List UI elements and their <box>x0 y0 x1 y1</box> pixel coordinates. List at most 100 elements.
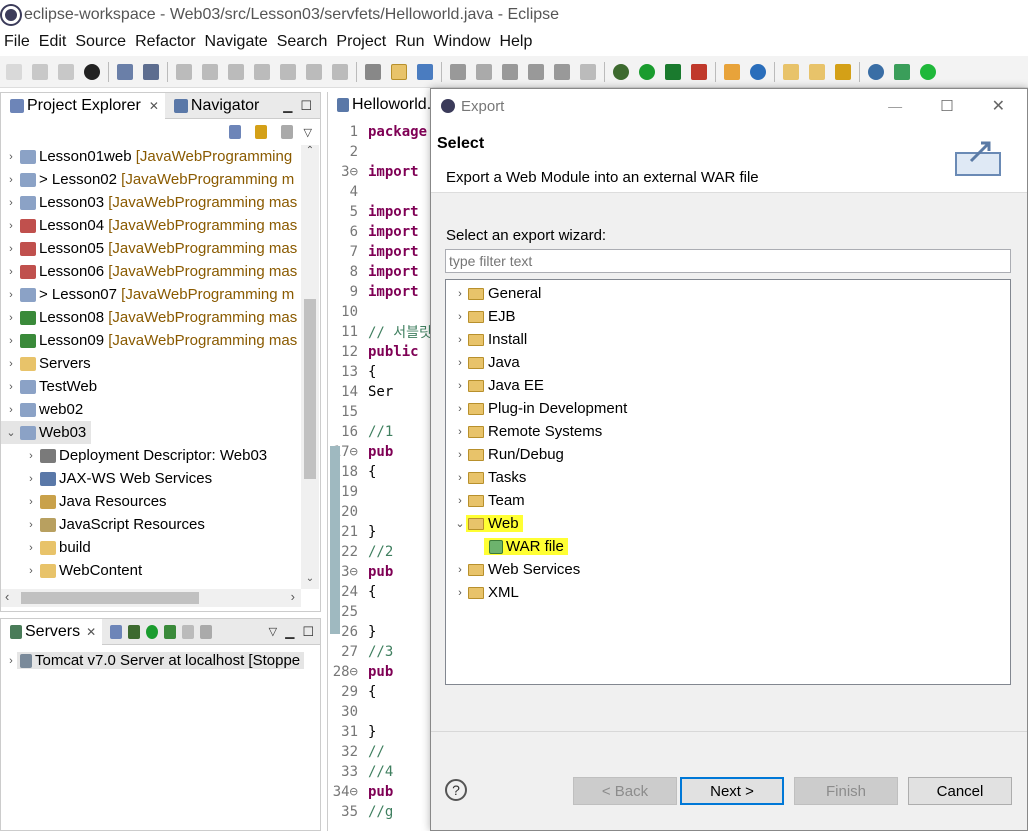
disconnect-icon[interactable] <box>254 63 270 80</box>
menu-file[interactable]: File <box>4 33 30 51</box>
wizard-category-java[interactable]: › Java <box>446 351 1010 374</box>
maximize-icon[interactable]: ☐ <box>300 98 312 114</box>
wizard-category-plugin-development[interactable]: › Plug-in Development <box>446 397 1010 420</box>
filter-icon[interactable] <box>280 125 293 139</box>
code-line[interactable]: 7 import <box>328 242 437 262</box>
code-line[interactable]: 11 // 서블릿 <box>328 322 437 342</box>
debug-server-icon[interactable] <box>128 624 141 639</box>
wizard-category-install[interactable]: › Install <box>446 328 1010 351</box>
debug-icon[interactable] <box>613 63 629 80</box>
horizontal-scrollbar[interactable]: ‹ › <box>1 589 301 607</box>
back-button[interactable]: < Back <box>573 777 677 805</box>
suspend-icon[interactable] <box>202 63 218 80</box>
code-line[interactable]: 34⊖ pub <box>328 782 437 802</box>
open-file-icon[interactable] <box>809 63 825 80</box>
tab-servers[interactable]: Servers ✕ <box>1 618 103 645</box>
wizard-category-remote-systems[interactable]: › Remote Systems <box>446 420 1010 443</box>
tree-item-lesson09[interactable]: › Lesson09 [JavaWebProgramming mas <box>1 329 299 352</box>
menu-source[interactable]: Source <box>75 33 126 51</box>
resume-icon[interactable] <box>176 63 192 80</box>
tree-item-testweb[interactable]: › TestWeb <box>1 375 299 398</box>
external-tools-icon[interactable] <box>691 63 707 80</box>
code-line[interactable]: 5 import <box>328 202 437 222</box>
code-line[interactable]: 18 { <box>328 462 437 482</box>
profile-server-icon[interactable] <box>164 624 177 639</box>
wizard-category-web-services[interactable]: › Web Services <box>446 558 1010 581</box>
bookmark-icon[interactable] <box>528 63 544 80</box>
wizard-category-web[interactable]: ⌄ Web <box>446 512 1010 535</box>
restore-icon[interactable] <box>580 63 596 80</box>
tree-item-lesson02[interactable]: › > Lesson02 [JavaWebProgramming m <box>1 168 299 191</box>
wizard-category-ejb[interactable]: › EJB <box>446 305 1010 328</box>
wizard-category-java-ee[interactable]: › Java EE <box>446 374 1010 397</box>
tree-item-web02[interactable]: › web02 <box>1 398 299 421</box>
code-line[interactable]: 28⊖ pub <box>328 662 437 682</box>
collapse-icon[interactable] <box>110 624 123 639</box>
menu-search[interactable]: Search <box>277 33 328 51</box>
perspective-icon[interactable] <box>894 63 910 80</box>
tree-item-build[interactable]: › build <box>1 536 299 559</box>
start-server-icon[interactable] <box>146 624 159 639</box>
link-with-editor-icon[interactable] <box>254 125 267 139</box>
mark-occurrences-icon[interactable] <box>365 63 381 80</box>
vertical-scrollbar[interactable]: ⌃ ⌄ <box>301 145 319 589</box>
code-line[interactable]: 29 { <box>328 682 437 702</box>
tab-project-explorer[interactable]: Project Explorer ✕ <box>1 92 165 119</box>
tree-item-java-resources[interactable]: › Java Resources <box>1 490 299 513</box>
collapse-all-icon[interactable] <box>228 125 241 139</box>
tree-item-lesson03[interactable]: › Lesson03 [JavaWebProgramming mas <box>1 191 299 214</box>
code-line[interactable]: 33 //4 <box>328 762 437 782</box>
wizard-category-general[interactable]: › General <box>446 282 1010 305</box>
filter-input[interactable] <box>445 249 1011 273</box>
new-icon[interactable] <box>6 63 22 80</box>
code-line[interactable]: 17⊖ pub <box>328 442 437 462</box>
tab-helloworld-java[interactable]: Helloworld.j <box>328 91 441 118</box>
code-line[interactable]: 31 } <box>328 722 437 742</box>
wizard-item-war-file[interactable]: WAR file <box>446 535 1010 558</box>
tree-item-lesson06[interactable]: › Lesson06 [JavaWebProgramming mas <box>1 260 299 283</box>
help-icon[interactable]: ? <box>445 779 467 801</box>
code-line[interactable]: 30 <box>328 702 437 722</box>
save-all-icon[interactable] <box>58 63 74 80</box>
tree-item-jax-ws[interactable]: › JAX-WS Web Services <box>1 467 299 490</box>
search-icon[interactable] <box>835 63 851 80</box>
code-line[interactable]: 16 //1 <box>328 422 437 442</box>
code-line[interactable]: 13 { <box>328 362 437 382</box>
publish-icon[interactable] <box>200 624 213 639</box>
terminate-icon[interactable] <box>228 63 244 80</box>
code-line[interactable]: 25 <box>328 602 437 622</box>
tree-item-lesson08[interactable]: › Lesson08 [JavaWebProgramming mas <box>1 306 299 329</box>
close-icon[interactable]: ✕ <box>86 625 96 639</box>
stop-server-icon[interactable] <box>182 624 195 639</box>
link-icon[interactable] <box>502 63 518 80</box>
code-area[interactable]: 1 package 2 3⊖ import 4 5 import 6 import 7 import 8… <box>328 118 437 822</box>
toggle-highlight-icon[interactable] <box>391 63 407 80</box>
tree-item-webcontent[interactable]: › WebContent <box>1 559 299 582</box>
code-line[interactable]: 26 } <box>328 622 437 642</box>
tree-item-javascript-resources[interactable]: › JavaScript Resources <box>1 513 299 536</box>
wizard-category-run-debug[interactable]: › Run/Debug <box>446 443 1010 466</box>
code-line[interactable]: 23⊖ pub <box>328 562 437 582</box>
menu-edit[interactable]: Edit <box>39 33 67 51</box>
tree-item-lesson01web[interactable]: › Lesson01web [JavaWebProgramming <box>1 145 299 168</box>
skip-breakpoints-icon[interactable] <box>143 63 159 80</box>
globe-icon[interactable] <box>868 63 884 80</box>
tree-item-lesson07[interactable]: › > Lesson07 [JavaWebProgramming m <box>1 283 299 306</box>
tasks-icon[interactable] <box>554 63 570 80</box>
code-line[interactable]: 12 public <box>328 342 437 362</box>
menu-project[interactable]: Project <box>336 33 386 51</box>
new-server-icon[interactable] <box>724 63 740 80</box>
code-line[interactable]: 9 import <box>328 282 437 302</box>
server-entry[interactable]: › Tomcat v7.0 Server at localhost [Stopp… <box>1 649 320 672</box>
profile-icon[interactable] <box>84 63 100 80</box>
open-type-icon[interactable] <box>417 63 433 80</box>
next-button[interactable]: Next > <box>680 777 784 805</box>
code-line[interactable]: 1 package <box>328 122 437 142</box>
console-icon[interactable] <box>117 63 133 80</box>
save-icon[interactable] <box>32 63 48 80</box>
code-line[interactable]: 32 // <box>328 742 437 762</box>
tree-item-lesson05[interactable]: › Lesson05 [JavaWebProgramming mas <box>1 237 299 260</box>
menu-navigate[interactable]: Navigate <box>205 33 268 51</box>
maximize-icon[interactable]: ☐ <box>302 624 314 640</box>
code-line[interactable]: 24 { <box>328 582 437 602</box>
